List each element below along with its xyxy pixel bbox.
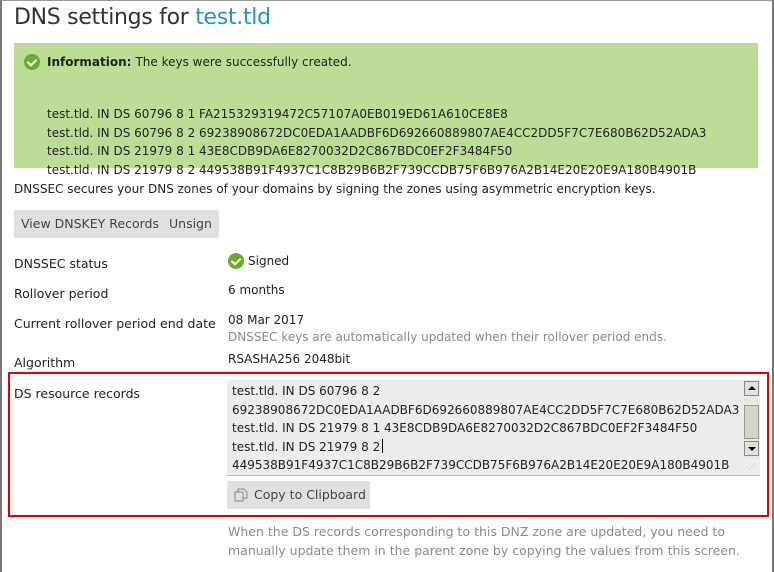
created-keys: test.tld. IN DS 60796 8 1 FA215329319472…: [47, 105, 706, 179]
ds-line: test.tld. IN DS 60796 8 2: [232, 384, 381, 398]
ds-line: test.tld. IN DS 21979 8 1 43E8CDB9DA6E82…: [232, 421, 698, 435]
scroll-down-arrow-icon[interactable]: [744, 441, 759, 456]
copy-icon: [234, 488, 248, 502]
key-line: test.tld. IN DS 21979 8 2 449538B91F4937…: [47, 162, 697, 177]
page-title: DNS settings for test.tld: [14, 5, 271, 30]
vertical-scrollbar[interactable]: [744, 381, 759, 459]
rollover-period-label: Rollover period: [14, 286, 109, 301]
dnssec-status-label: DNSSEC status: [14, 256, 108, 271]
copy-label: Copy to Clipboard: [254, 487, 366, 502]
copy-to-clipboard-button[interactable]: Copy to Clipboard: [227, 481, 370, 509]
info-message: Information: The keys were successfully …: [14, 43, 758, 177]
message-text: The keys were successfully created.: [135, 55, 352, 69]
view-dnskey-records-button[interactable]: View DNSKEY Records: [14, 210, 166, 238]
ds-line: 69238908672DC0EDA1AADBF6D692660889807AE4…: [232, 402, 740, 417]
algorithm-label: Algorithm: [14, 355, 76, 370]
end-date-hint: DNSSEC keys are automatically updated wh…: [228, 330, 667, 344]
dnssec-status-value: Signed: [228, 253, 289, 269]
resize-grip-icon[interactable]: ⋰: [748, 462, 756, 471]
domain-link[interactable]: test.tld: [195, 5, 271, 30]
algorithm-value: RSASHA256 2048bit: [228, 352, 351, 366]
check-circle-icon: [24, 54, 40, 70]
title-prefix: DNS settings for: [14, 5, 189, 30]
scrollbar-thumb[interactable]: [744, 405, 759, 439]
unsign-button[interactable]: Unsign: [162, 210, 219, 238]
dnssec-intro: DNSSEC secures your DNS zones of your do…: [14, 182, 656, 196]
text-caret: [382, 438, 384, 453]
ds-line: test.tld. IN DS 21979 8 2: [232, 438, 739, 457]
ds-line: 449538B91F4937C1C8B29B6B2F739CCDB75F6B97…: [232, 458, 730, 472]
key-line: test.tld. IN DS 21979 8 1 43E8CDB9DA6E82…: [47, 144, 513, 158]
ds-update-note: When the DS records corresponding to thi…: [228, 524, 740, 558]
status-text: Signed: [248, 254, 290, 268]
check-circle-icon: [228, 253, 244, 269]
key-line: test.tld. IN DS 60796 8 1 FA215329319472…: [47, 107, 508, 121]
ds-records-textarea[interactable]: test.tld. IN DS 60796 8 2 69238908672DC0…: [227, 380, 760, 476]
end-date-label: Current rollover period end date: [14, 316, 216, 331]
message-type: Information:: [47, 55, 132, 69]
ds-records-label: DS resource records: [14, 386, 141, 401]
rollover-period-value: 6 months: [228, 283, 285, 297]
key-line: test.tld. IN DS 60796 8 2 69238908672DC0…: [47, 125, 707, 140]
end-date-value: 08 Mar 2017: [228, 313, 305, 327]
scroll-up-arrow-icon[interactable]: [744, 381, 759, 396]
